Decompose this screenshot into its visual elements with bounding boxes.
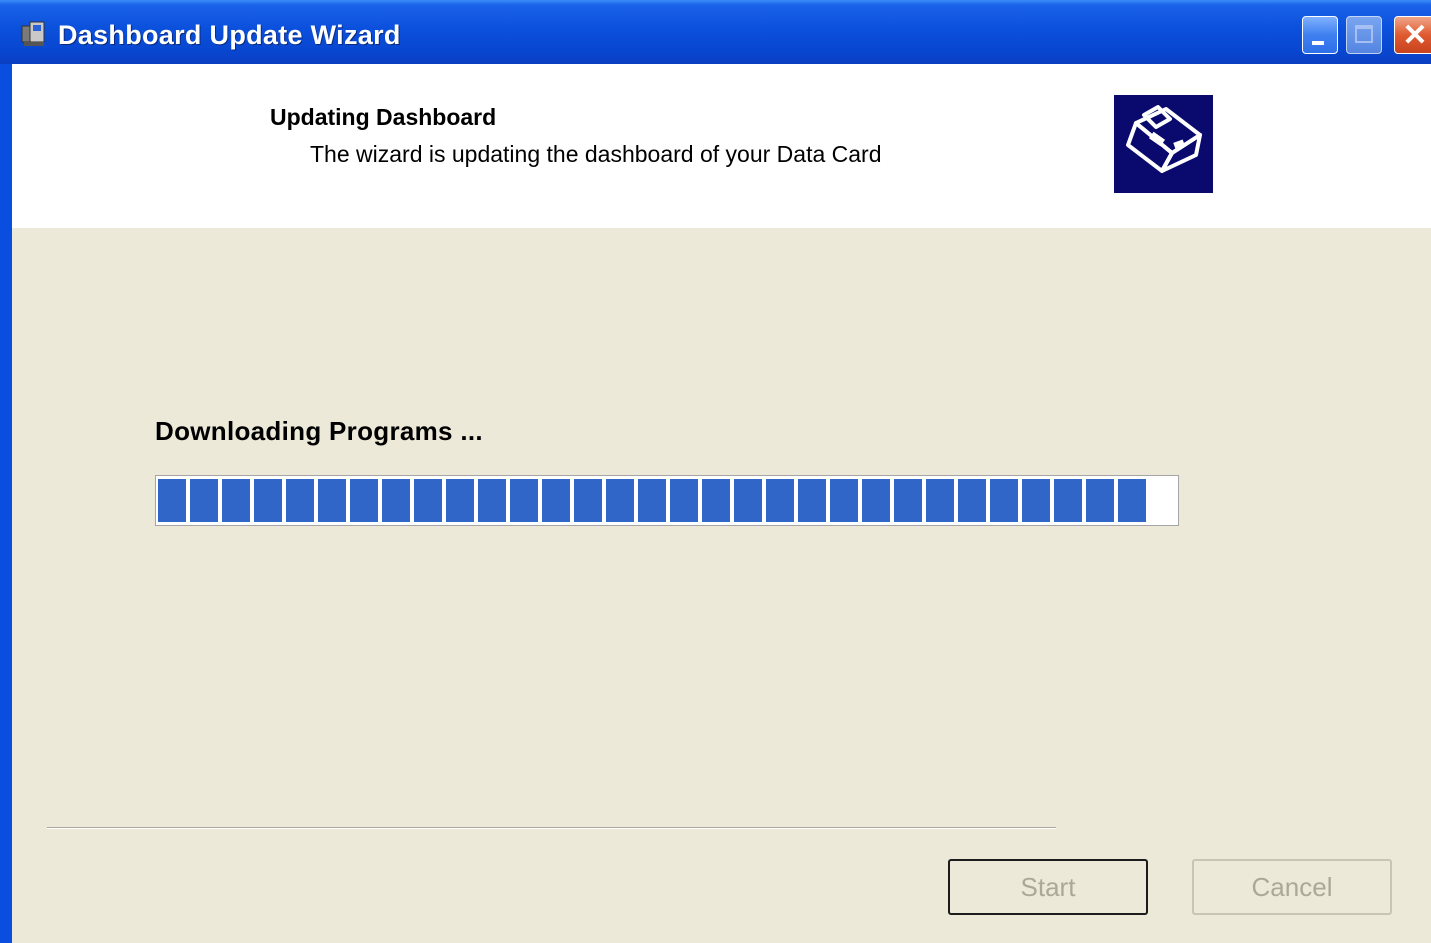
- close-button[interactable]: ✕: [1394, 16, 1431, 54]
- progress-segment: [862, 479, 890, 522]
- minimize-icon: [1312, 41, 1324, 45]
- maximize-icon: [1355, 25, 1373, 43]
- close-icon: ✕: [1402, 19, 1428, 52]
- progress-segment: [670, 479, 698, 522]
- progress-segment: [926, 479, 954, 522]
- maximize-button[interactable]: [1346, 16, 1382, 54]
- dialog-body: Updating Dashboard The wizard is updatin…: [12, 64, 1431, 943]
- separator-line: [47, 827, 1056, 829]
- progress-segment: [1086, 479, 1114, 522]
- progress-segment: [542, 479, 570, 522]
- progress-segment: [1118, 479, 1146, 522]
- progress-segment: [414, 479, 442, 522]
- progress-segment: [702, 479, 730, 522]
- progress-segment: [318, 479, 346, 522]
- progress-segment: [830, 479, 858, 522]
- progress-segment: [574, 479, 602, 522]
- progress-segment: [382, 479, 410, 522]
- start-button[interactable]: Start: [948, 859, 1148, 915]
- progress-segment: [158, 479, 186, 522]
- title-bar[interactable]: Dashboard Update Wizard ✕: [0, 0, 1431, 64]
- progress-segment: [734, 479, 762, 522]
- progress-segment: [766, 479, 794, 522]
- progress-segment: [798, 479, 826, 522]
- progress-segment: [286, 479, 314, 522]
- progress-segment: [958, 479, 986, 522]
- progress-segment: [990, 479, 1018, 522]
- cancel-button[interactable]: Cancel: [1192, 859, 1392, 915]
- wizard-computer-icon: [1114, 95, 1213, 193]
- progress-segment: [894, 479, 922, 522]
- app-icon: [21, 21, 45, 46]
- progress-status-label: Downloading Programs ...: [155, 416, 483, 446]
- progress-segment: [1022, 479, 1050, 522]
- minimize-button[interactable]: [1302, 16, 1338, 54]
- wizard-header: Updating Dashboard The wizard is updatin…: [12, 64, 1431, 228]
- wizard-window: Dashboard Update Wizard ✕ Updating Dashb…: [0, 0, 1431, 943]
- progress-bar: [155, 475, 1179, 526]
- progress-segment: [1054, 479, 1082, 522]
- progress-segment: [510, 479, 538, 522]
- progress-segment: [254, 479, 282, 522]
- progress-segment: [222, 479, 250, 522]
- window-title: Dashboard Update Wizard: [58, 20, 401, 50]
- progress-segment: [446, 479, 474, 522]
- progress-segment: [606, 479, 634, 522]
- progress-segment: [478, 479, 506, 522]
- header-title: Updating Dashboard: [270, 104, 497, 130]
- progress-segment: [350, 479, 378, 522]
- progress-segment: [190, 479, 218, 522]
- progress-bar-fill: [158, 479, 1176, 522]
- progress-segment: [638, 479, 666, 522]
- header-subtitle: The wizard is updating the dashboard of …: [310, 141, 882, 167]
